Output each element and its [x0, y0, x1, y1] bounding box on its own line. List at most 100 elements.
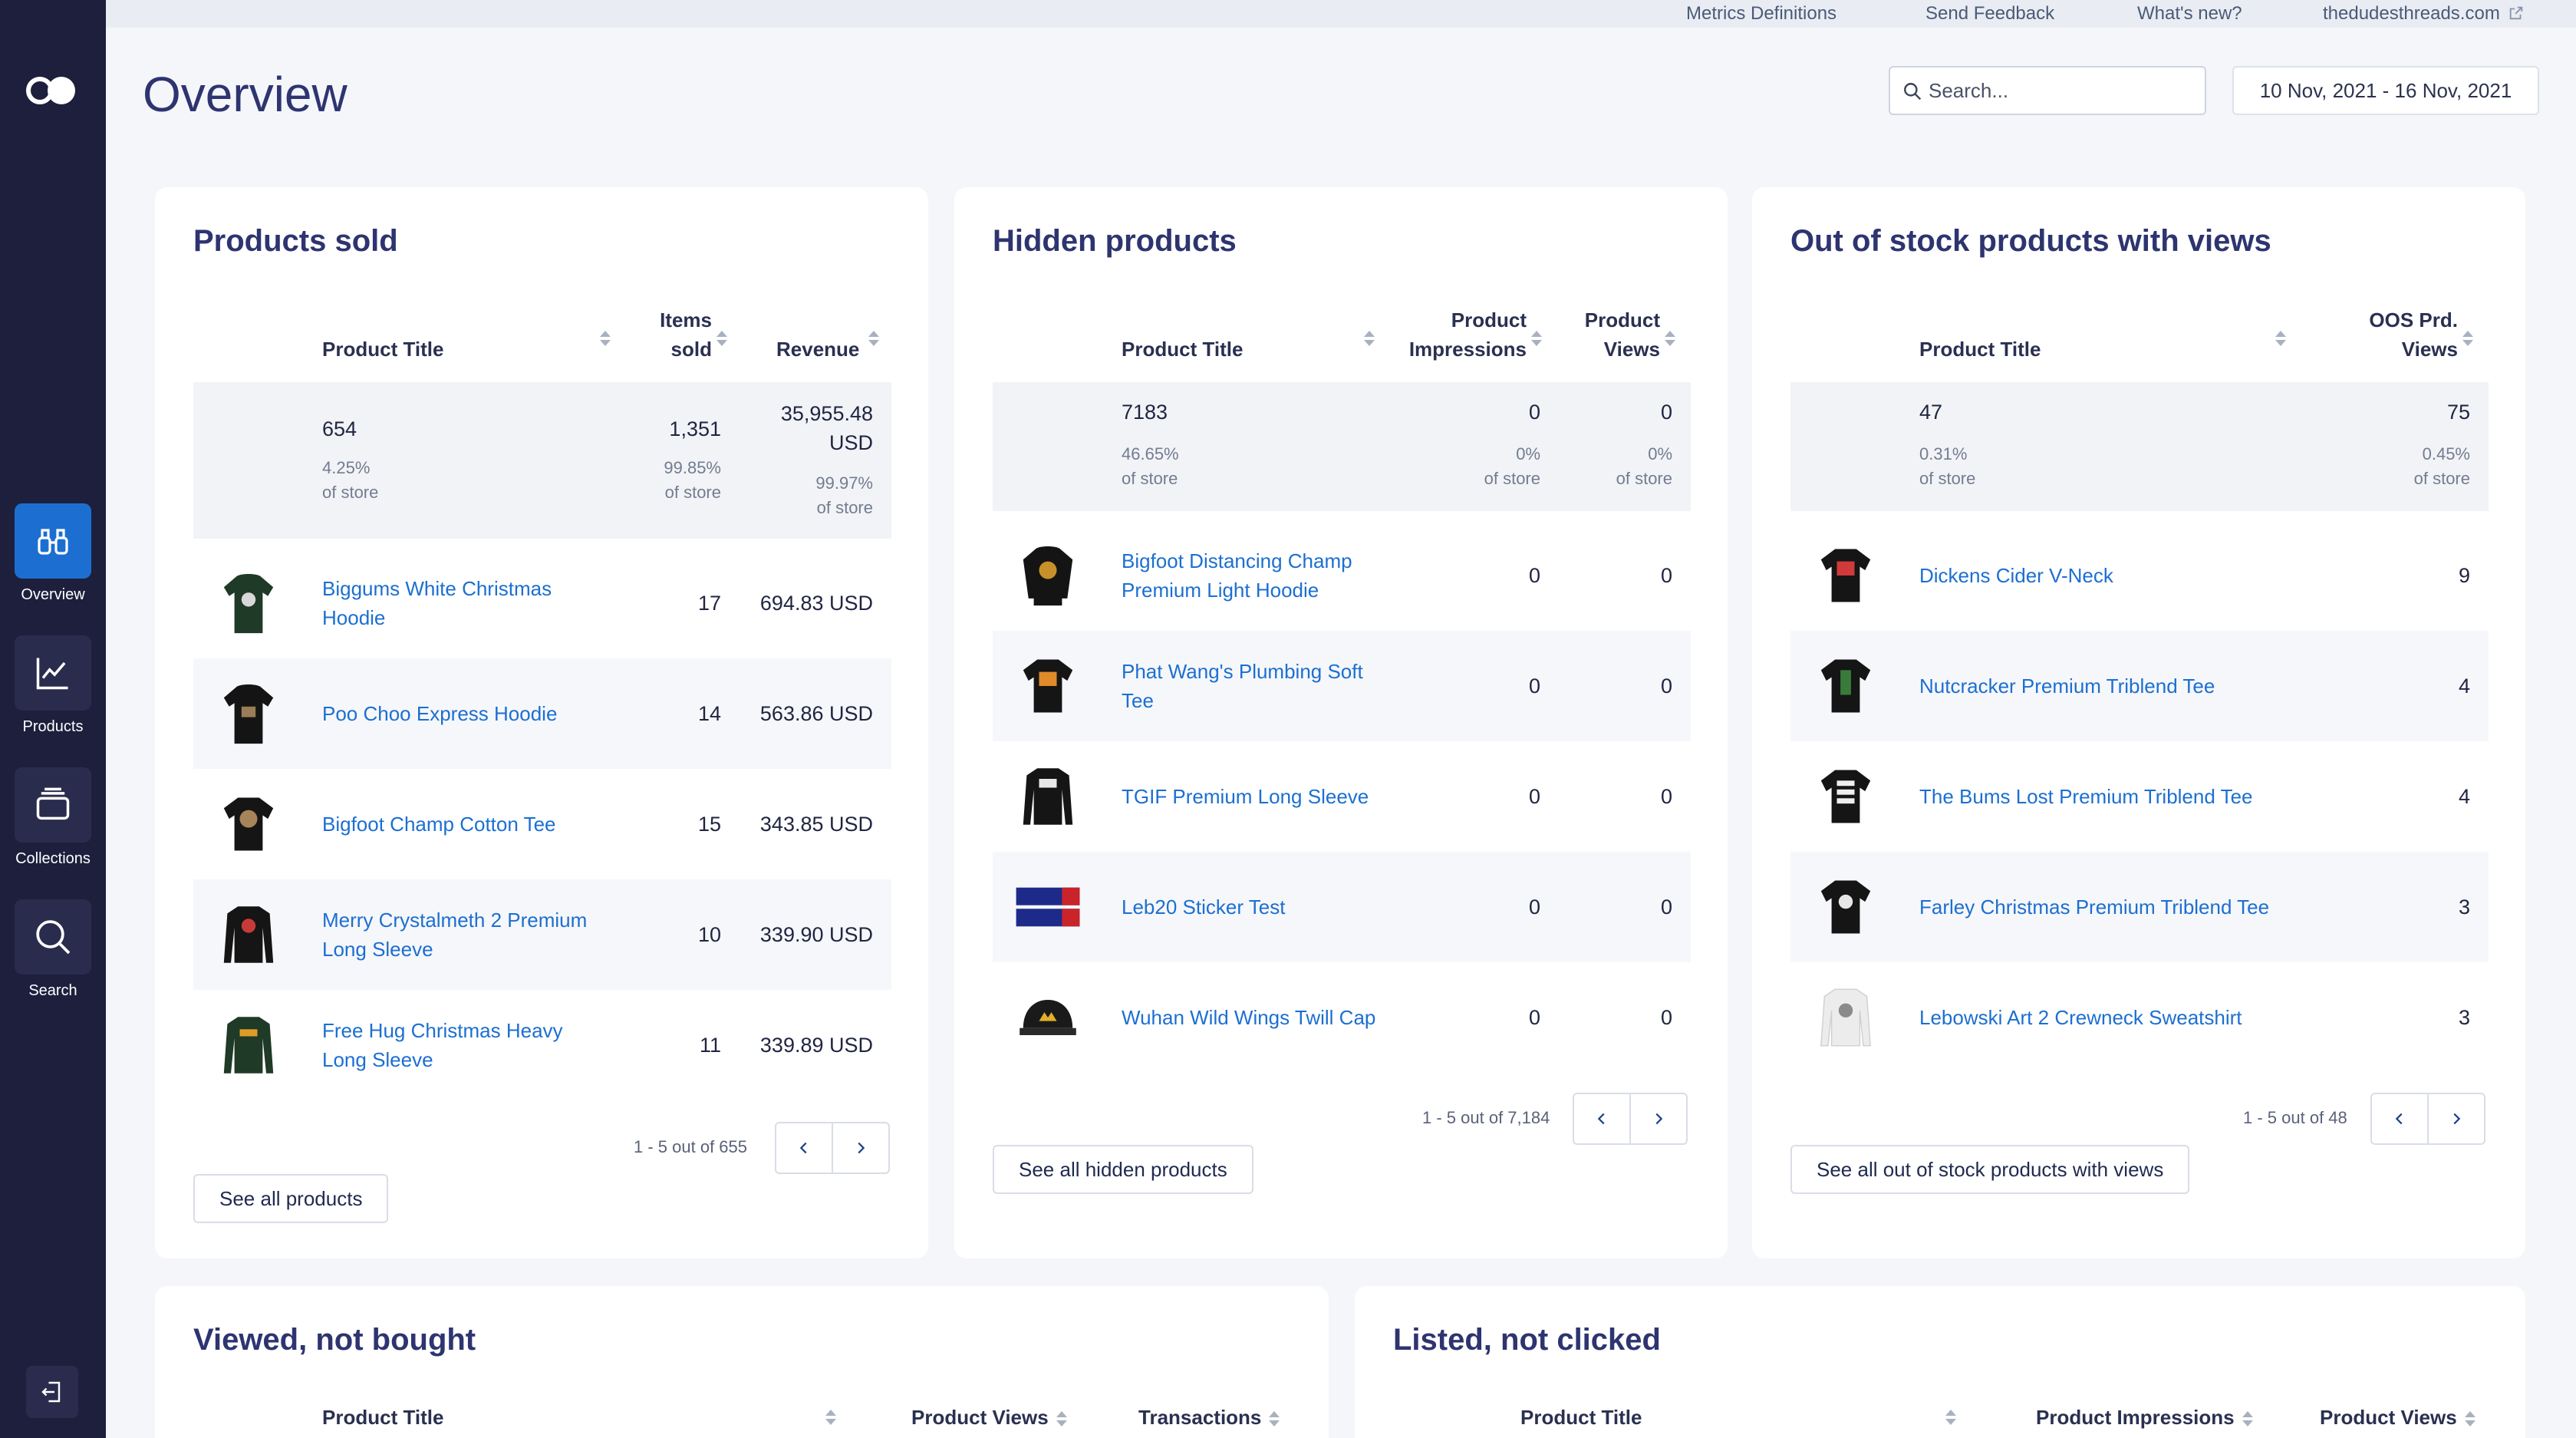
prev-page-button[interactable]: [775, 1122, 833, 1174]
table-row[interactable]: Bigfoot Champ Cotton Tee 15 343.85 USD: [193, 769, 891, 879]
product-link[interactable]: TGIF Premium Long Sleeve: [1122, 741, 1390, 852]
summary-impressions-pct: 0%: [1516, 444, 1540, 463]
col-product-views[interactable]: Product Views: [911, 1403, 1067, 1432]
sidebar-item-label: Products: [22, 718, 84, 735]
product-link[interactable]: Nutcracker Premium Triblend Tee: [1919, 631, 2303, 741]
hoodie-thumbnail: [223, 574, 274, 634]
col-product-title[interactable]: Product Title: [1520, 1403, 1642, 1432]
send-feedback-link[interactable]: Send Feedback: [1925, 3, 2054, 25]
next-page-button[interactable]: [2427, 1093, 2485, 1145]
col-oos-views[interactable]: OOS Prd. Views: [2350, 305, 2458, 364]
see-all-products-button[interactable]: See all products: [193, 1174, 389, 1223]
see-all-hidden-button[interactable]: See all hidden products: [993, 1145, 1253, 1194]
product-link[interactable]: Bigfoot Distancing Champ Premium Light H…: [1122, 520, 1390, 631]
sort-icon[interactable]: [1356, 322, 1375, 351]
logout-button[interactable]: [26, 1366, 78, 1418]
table-row[interactable]: Leb20 Sticker Test 0 0: [993, 852, 1691, 962]
summary-views-pct: 0%: [1648, 444, 1672, 463]
revenue-value: 694.83 USD: [759, 591, 873, 615]
next-page-button[interactable]: [832, 1122, 890, 1174]
search-box[interactable]: [1889, 66, 2206, 115]
table-row[interactable]: The Bums Lost Premium Triblend Tee 4: [1790, 741, 2489, 852]
whats-new-link[interactable]: What's new?: [2137, 3, 2242, 25]
prev-page-button[interactable]: [1573, 1093, 1631, 1145]
table-row[interactable]: Biggums White Christmas Hoodie 17 694.83…: [193, 548, 891, 658]
app-logo-icon[interactable]: [26, 74, 78, 104]
oos-views-value: 4: [2458, 674, 2470, 698]
col-revenue[interactable]: Revenue: [776, 335, 859, 364]
external-link-icon: [2510, 6, 2523, 20]
summary-count: 7183: [1122, 401, 1168, 424]
card-title: Products sold: [193, 224, 398, 258]
sort-icon[interactable]: [861, 322, 879, 351]
sticker-thumbnail: [1016, 887, 1080, 927]
sort-icon[interactable]: [2268, 322, 2286, 351]
summary-row: 47 0.31% of store 75 0.45% of store: [1790, 382, 2489, 511]
see-all-oos-button[interactable]: See all out of stock products with views: [1790, 1145, 2190, 1194]
table-row[interactable]: Poo Choo Express Hoodie 14 563.86 USD: [193, 658, 891, 769]
product-link[interactable]: Free Hug Christmas Heavy Long Sleeve: [322, 990, 591, 1100]
summary-views: 0: [1660, 401, 1672, 424]
product-link[interactable]: Phat Wang's Plumbing Soft Tee: [1122, 631, 1390, 741]
store-link[interactable]: thedudesthreads.com: [2323, 3, 2525, 25]
col-product-title[interactable]: Product Title: [322, 1403, 443, 1432]
oos-views-value: 3: [2458, 1005, 2470, 1029]
items-sold-value: 17: [697, 591, 721, 615]
col-product-impressions[interactable]: Product Impressions: [1399, 305, 1527, 364]
product-link[interactable]: Biggums White Christmas Hoodie: [322, 548, 591, 658]
sort-icon[interactable]: [1938, 1401, 1956, 1430]
col-product-title[interactable]: Product Title: [1122, 335, 1243, 364]
col-transactions[interactable]: Transactions: [1138, 1403, 1280, 1432]
oos-products-card: Out of stock products with views Product…: [1752, 187, 2525, 1258]
col-product-title[interactable]: Product Title: [1919, 335, 2041, 364]
product-link[interactable]: Lebowski Art 2 Crewneck Sweatshirt: [1919, 962, 2303, 1073]
sidebar-item-overview[interactable]: Overview: [0, 503, 106, 604]
col-product-views[interactable]: Product Views: [1568, 305, 1660, 364]
tshirt-thumbnail: [1820, 549, 1871, 602]
metrics-definitions-link[interactable]: Metrics Definitions: [1686, 3, 1836, 25]
sidebar-item-search[interactable]: Search: [0, 899, 106, 1000]
tshirt-thumbnail: [1820, 770, 1871, 823]
product-link[interactable]: Leb20 Sticker Test: [1122, 852, 1390, 962]
sort-icon[interactable]: [1524, 322, 1542, 351]
hoodie-thumbnail: [223, 684, 274, 744]
oos-views-value: 9: [2458, 563, 2470, 587]
product-link[interactable]: Merry Crystalmeth 2 Premium Long Sleeve: [322, 879, 621, 990]
product-link[interactable]: Farley Christmas Premium Triblend Tee: [1919, 852, 2272, 962]
col-product-views[interactable]: Product Views: [2320, 1403, 2476, 1432]
sort-icon[interactable]: [592, 322, 611, 351]
date-range-picker[interactable]: 10 Nov, 2021 - 16 Nov, 2021: [2232, 66, 2539, 115]
prev-page-button[interactable]: [2370, 1093, 2429, 1145]
search-input[interactable]: [1929, 75, 2189, 106]
long-sleeve-thumbnail: [223, 1017, 274, 1074]
table-row[interactable]: TGIF Premium Long Sleeve 0 0: [993, 741, 1691, 852]
sidebar-item-collections[interactable]: Collections: [0, 767, 106, 868]
product-link[interactable]: The Bums Lost Premium Triblend Tee: [1919, 741, 2303, 852]
table-row[interactable]: Lebowski Art 2 Crewneck Sweatshirt 3: [1790, 962, 2489, 1073]
table-row[interactable]: Free Hug Christmas Heavy Long Sleeve 11 …: [193, 990, 891, 1100]
next-page-button[interactable]: [1629, 1093, 1688, 1145]
table-row[interactable]: Bigfoot Distancing Champ Premium Light H…: [993, 520, 1691, 631]
sweatshirt-thumbnail: [1820, 988, 1871, 1047]
product-link[interactable]: Wuhan Wild Wings Twill Cap: [1122, 962, 1390, 1073]
table-row[interactable]: Wuhan Wild Wings Twill Cap 0 0: [993, 962, 1691, 1073]
table-row[interactable]: Farley Christmas Premium Triblend Tee 3: [1790, 852, 2489, 962]
sort-icon[interactable]: [818, 1401, 836, 1430]
table-row[interactable]: Dickens Cider V-Neck 9: [1790, 520, 2489, 631]
col-product-title[interactable]: Product Title: [322, 335, 443, 364]
table-row[interactable]: Merry Crystalmeth 2 Premium Long Sleeve …: [193, 879, 891, 990]
sort-icon[interactable]: [1657, 322, 1675, 351]
product-link[interactable]: Poo Choo Express Hoodie: [322, 658, 591, 769]
summary-items-of: of store: [664, 483, 721, 502]
sidebar-item-products[interactable]: Products: [0, 635, 106, 736]
col-items-sold[interactable]: Items sold: [635, 305, 712, 364]
sort-icon[interactable]: [709, 322, 727, 351]
sort-icon[interactable]: [2455, 322, 2473, 351]
table-row[interactable]: Nutcracker Premium Triblend Tee 4: [1790, 631, 2489, 741]
product-link[interactable]: Bigfoot Champ Cotton Tee: [322, 769, 591, 879]
product-link[interactable]: Dickens Cider V-Neck: [1919, 520, 2303, 631]
summary-count: 654: [322, 417, 357, 440]
table-row[interactable]: Phat Wang's Plumbing Soft Tee 0 0: [993, 631, 1691, 741]
summary-count-of: of store: [1122, 469, 1178, 488]
col-product-impressions[interactable]: Product Impressions: [2036, 1403, 2253, 1432]
